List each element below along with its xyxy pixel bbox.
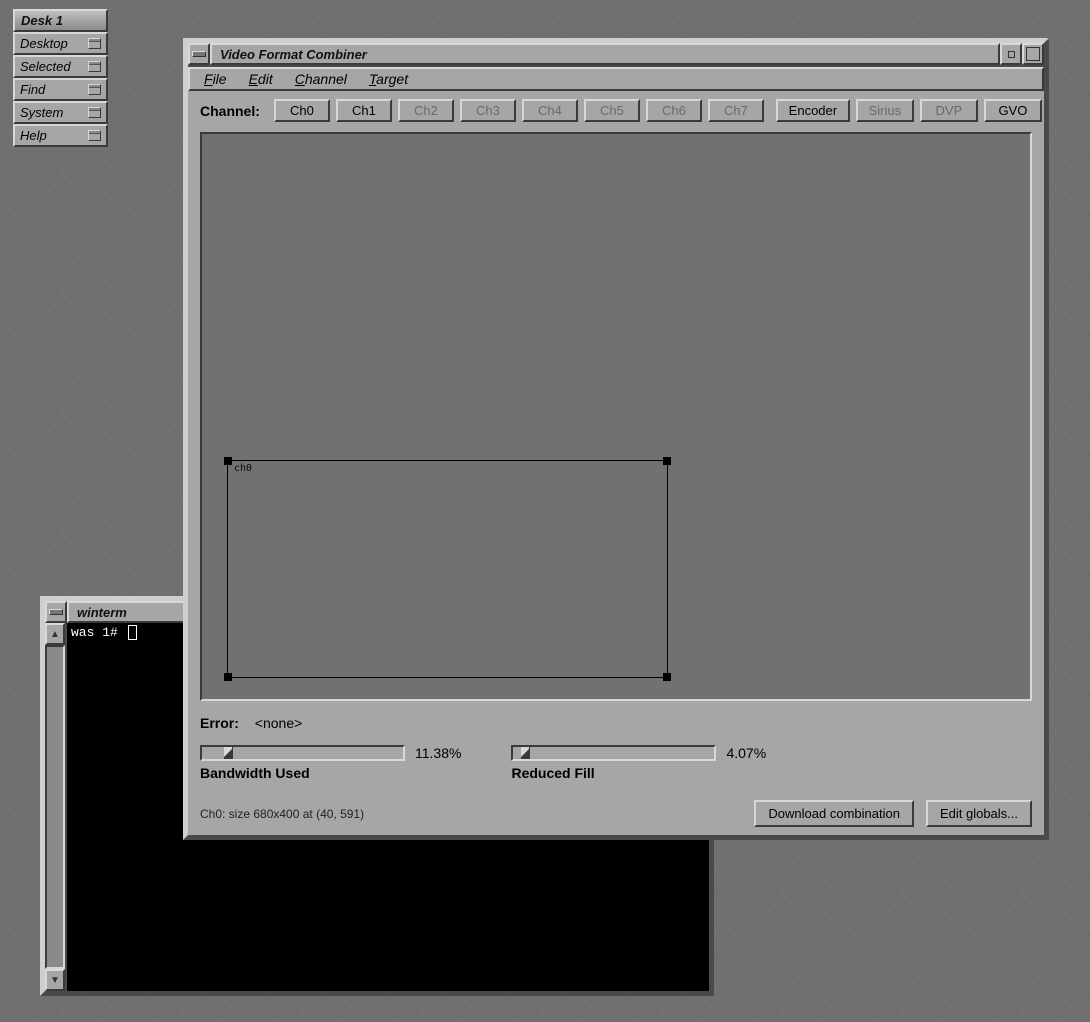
status-text: Ch0: size 680x400 at (40, 591) [200,807,364,821]
window-sysmenu-button[interactable] [45,601,67,623]
reduced-fill-label: Reduced Fill [511,765,766,781]
window-minimize-button[interactable] [1000,43,1022,65]
device-button-dvp: DVP [920,99,978,122]
submenu-icon [88,61,101,72]
vfc-title: Video Format Combiner [210,43,1000,65]
device-button-sirius: Sirius [856,99,914,122]
channel-button-ch1[interactable]: Ch1 [336,99,392,122]
bandwidth-percent: 11.38% [415,745,461,761]
menu-file[interactable]: File [204,71,227,87]
menu-target[interactable]: Target [369,71,408,87]
bandwidth-track [200,745,405,761]
meters: 11.38% Bandwidth Used 4.07% Reduced Fill [200,745,1032,781]
submenu-icon [88,84,101,95]
desk-menu-item-desktop[interactable]: Desktop [13,32,108,55]
window-sysmenu-button[interactable] [188,43,210,65]
submenu-icon [88,38,101,49]
desk-menu-item-find[interactable]: Find [13,78,108,101]
window-maximize-button[interactable] [1022,43,1044,65]
vfc-titlebar[interactable]: Video Format Combiner [188,43,1044,67]
scroll-track[interactable] [45,645,65,969]
scroll-up-button[interactable]: ▲ [45,623,65,645]
channel-button-ch7: Ch7 [708,99,764,122]
channel-button-ch3: Ch3 [460,99,516,122]
maximize-icon [1026,47,1040,61]
channel-button-ch5: Ch5 [584,99,640,122]
desk-menu: Desk 1 Desktop Selected Find System Help [13,9,108,147]
error-value: <none> [255,715,303,731]
desk-menu-item-system[interactable]: System [13,101,108,124]
meter-reduced-fill: 4.07% Reduced Fill [511,745,766,781]
channel-rect-label: ch0 [234,463,252,474]
error-row: Error: <none> [200,715,1032,731]
edit-globals-button[interactable]: Edit globals... [926,800,1032,827]
download-combination-button[interactable]: Download combination [754,800,914,827]
terminal-prompt: was 1# [71,625,126,640]
menu-edit[interactable]: Edit [249,71,273,87]
bandwidth-marker[interactable] [224,747,233,759]
footer-row: Ch0: size 680x400 at (40, 591) Download … [200,800,1032,827]
scroll-down-button[interactable]: ▼ [45,969,65,991]
desk-menu-label: System [20,105,63,120]
desk-menu-title: Desk 1 [13,9,108,32]
submenu-icon [88,130,101,141]
winterm-scrollbar[interactable]: ▲ ▼ [45,623,67,991]
channel-button-ch4: Ch4 [522,99,578,122]
desk-menu-item-help[interactable]: Help [13,124,108,147]
sysmenu-icon [49,609,63,615]
layout-canvas[interactable]: ch0 [200,132,1032,701]
desk-menu-label: Help [20,128,47,143]
channel-row: Channel: Ch0 Ch1 Ch2 Ch3 Ch4 Ch5 Ch6 Ch7 Encode… [200,99,1032,122]
bandwidth-label: Bandwidth Used [200,765,461,781]
device-buttons: Encoder Sirius DVP GVO [776,99,1042,122]
resize-handle-nw[interactable] [224,457,232,465]
desk-menu-label: Desktop [20,36,68,51]
video-format-combiner-window[interactable]: Video Format Combiner File Edit Channel … [183,38,1049,840]
reduced-fill-percent: 4.07% [726,745,766,761]
channel-rect-ch0[interactable]: ch0 [227,460,668,678]
desk-menu-item-selected[interactable]: Selected [13,55,108,78]
channel-button-ch0[interactable]: Ch0 [274,99,330,122]
reduced-fill-marker[interactable] [521,747,530,759]
meter-bandwidth: 11.38% Bandwidth Used [200,745,461,781]
reduced-fill-track [511,745,716,761]
terminal-cursor [128,625,137,640]
device-button-gvo[interactable]: GVO [984,99,1042,122]
channel-button-ch2: Ch2 [398,99,454,122]
desk-menu-label: Selected [20,59,71,74]
sysmenu-icon [192,51,206,57]
vfc-content: Channel: Ch0 Ch1 Ch2 Ch3 Ch4 Ch5 Ch6 Ch7 Encode… [188,89,1044,835]
channel-button-ch6: Ch6 [646,99,702,122]
resize-handle-ne[interactable] [663,457,671,465]
device-button-encoder[interactable]: Encoder [776,99,850,122]
vfc-menubar: File Edit Channel Target [188,67,1044,91]
minimize-icon [1008,51,1015,58]
channel-label: Channel: [200,103,260,119]
resize-handle-sw[interactable] [224,673,232,681]
error-label: Error: [200,715,239,731]
menu-channel[interactable]: Channel [295,71,347,87]
submenu-icon [88,107,101,118]
resize-handle-se[interactable] [663,673,671,681]
channel-buttons: Ch0 Ch1 Ch2 Ch3 Ch4 Ch5 Ch6 Ch7 [274,99,764,122]
desk-menu-label: Find [20,82,45,97]
